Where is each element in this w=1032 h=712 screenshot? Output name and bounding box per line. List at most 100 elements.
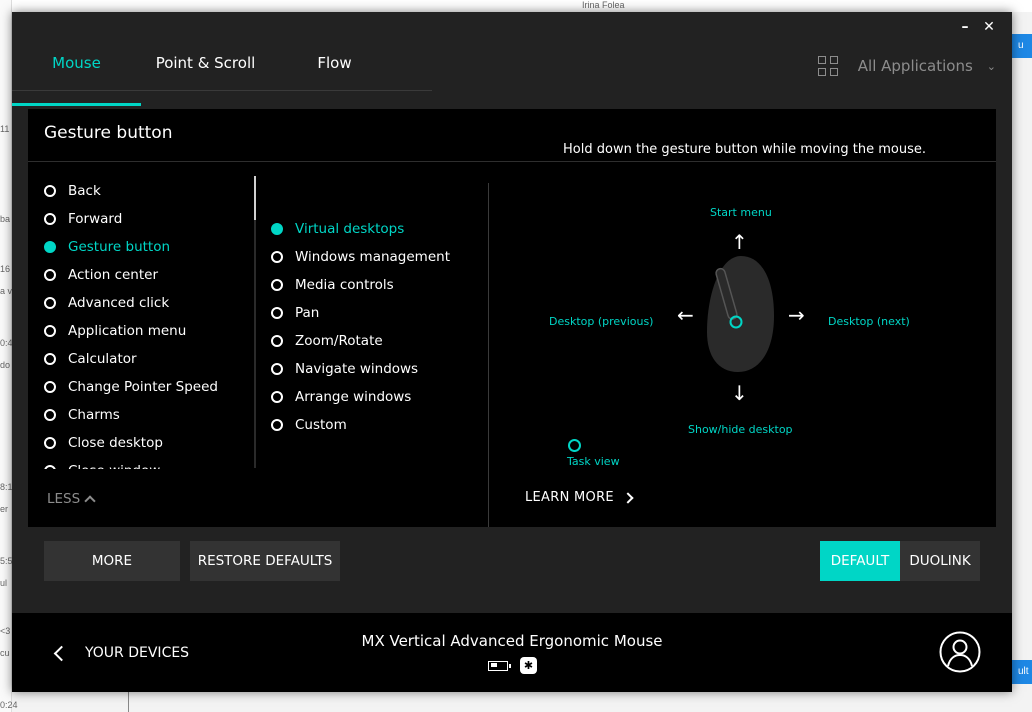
arrow-right-icon: → (788, 303, 805, 327)
arrow-up-icon: ↑ (731, 230, 748, 254)
radio-icon (44, 185, 56, 197)
learn-more-link[interactable]: LEARN MORE (525, 490, 634, 505)
background-text: ba (0, 214, 11, 224)
radio-icon (271, 363, 283, 375)
scrollbar-thumb[interactable] (254, 176, 256, 220)
background-text: ul (0, 578, 8, 588)
radio-icon (271, 307, 283, 319)
radio-icon (271, 251, 283, 263)
gesture-option-item[interactable]: Pan (271, 299, 481, 327)
close-button[interactable]: ✕ (978, 16, 1000, 38)
gesture-option-item[interactable]: Custom (271, 411, 481, 439)
chevron-up-icon (84, 495, 96, 507)
gesture-button-panel: Gesture button Hold down the gesture but… (28, 109, 996, 527)
background-text: 0:24 (0, 700, 18, 710)
application-selector[interactable]: All Applications ⌄ (817, 56, 996, 76)
device-footer: YOUR DEVICES MX Vertical Advanced Ergono… (12, 613, 1012, 692)
background-button: ult (1012, 660, 1032, 684)
gesture-up-label: Start menu (710, 206, 772, 219)
button-function-item[interactable]: Back (44, 177, 244, 205)
button-function-item[interactable]: Calculator (44, 345, 244, 373)
background-text: er (0, 504, 9, 514)
gesture-option-item[interactable]: Virtual desktops (271, 215, 481, 243)
account-avatar-icon[interactable] (939, 631, 981, 673)
radio-selected-icon (44, 241, 56, 253)
tab-point-scroll[interactable]: Point & Scroll (141, 48, 270, 92)
device-name: MX Vertical Advanced Ergonomic Mouse (361, 632, 663, 650)
button-function-item[interactable]: Close window (44, 457, 244, 469)
learn-more-label: LEARN MORE (525, 490, 614, 505)
button-function-item[interactable]: Action center (44, 261, 244, 289)
gesture-option-item[interactable]: Media controls (271, 271, 481, 299)
background-text: 16 (0, 264, 11, 274)
button-function-item-label: Gesture button (68, 239, 171, 255)
radio-icon (44, 269, 56, 281)
gesture-option-item-label: Zoom/Rotate (295, 333, 383, 349)
tab-mouse[interactable]: Mouse (12, 48, 141, 106)
radio-icon (44, 437, 56, 449)
gesture-left-label: Desktop (previous) (549, 315, 654, 328)
gesture-option-item-label: Navigate windows (295, 361, 419, 377)
background-text: 5:5 (0, 556, 13, 566)
gesture-option-item-label: Windows management (295, 249, 450, 265)
background-left-strip (0, 0, 12, 712)
button-function-item-label: Forward (68, 211, 123, 227)
more-button[interactable]: MORE (44, 541, 180, 581)
grid-icon (817, 56, 838, 76)
panel-hint: Hold down the gesture button while movin… (563, 142, 926, 157)
radio-selected-icon (271, 223, 283, 235)
less-button[interactable]: LESS (47, 491, 96, 507)
button-function-item-label: Calculator (68, 351, 137, 367)
logitech-options-window: – ✕ Mouse Point & Scroll Flow All Applic… (12, 12, 1012, 692)
background-text: do (0, 360, 11, 370)
button-function-item-label: Close desktop (68, 435, 163, 451)
radio-icon (44, 381, 56, 393)
default-toggle-button[interactable]: DEFAULT (820, 541, 900, 581)
gesture-option-item[interactable]: Zoom/Rotate (271, 327, 481, 355)
restore-defaults-button[interactable]: RESTORE DEFAULTS (190, 541, 340, 581)
panel-title: Gesture button (44, 123, 173, 143)
gesture-option-item[interactable]: Arrange windows (271, 383, 481, 411)
background-text: 0:4 (0, 338, 13, 348)
radio-icon (271, 335, 283, 347)
background-text: cu (0, 648, 10, 658)
chevron-down-icon: ⌄ (986, 59, 996, 73)
arrow-left-icon: ← (677, 303, 694, 327)
click-gesture-icon (568, 439, 581, 452)
button-function-item-label: Change Pointer Speed (68, 379, 218, 395)
minimize-button[interactable]: – (954, 16, 976, 38)
button-function-item[interactable]: Change Pointer Speed (44, 373, 244, 401)
background-text: a v (0, 286, 13, 296)
background-button: u un (1012, 34, 1032, 58)
background-text: 11 (0, 124, 10, 134)
list-scrollbar[interactable] (254, 176, 256, 468)
button-function-item-label: Application menu (68, 323, 187, 339)
radio-icon (44, 353, 56, 365)
gesture-down-label: Show/hide desktop (688, 423, 793, 436)
application-selector-label: All Applications (857, 57, 973, 75)
button-function-item[interactable]: Advanced click (44, 289, 244, 317)
button-function-item[interactable]: Forward (44, 205, 244, 233)
button-function-list: Back Forward Gesture button Action center Ad… (44, 177, 244, 469)
radio-icon (271, 419, 283, 431)
background-divider (128, 690, 129, 712)
radio-icon (44, 297, 56, 309)
gesture-option-item-label: Pan (295, 305, 320, 321)
duolink-toggle-button[interactable]: DUOLINK (900, 541, 980, 581)
button-function-item[interactable]: Application menu (44, 317, 244, 345)
device-status-icons: ✱ (488, 657, 537, 674)
button-function-item[interactable]: Charms (44, 401, 244, 429)
tab-flow[interactable]: Flow (270, 48, 399, 92)
radio-icon (271, 279, 283, 291)
button-function-item[interactable]: Close desktop (44, 429, 244, 457)
gesture-option-item-label: Custom (295, 417, 347, 433)
gesture-option-item[interactable]: Windows management (271, 243, 481, 271)
button-function-item-label: Back (68, 183, 101, 199)
gesture-option-list: Virtual desktops Windows management Media … (271, 215, 481, 445)
gesture-option-item-label: Arrange windows (295, 389, 412, 405)
gesture-option-item[interactable]: Navigate windows (271, 355, 481, 383)
gesture-option-item-label: Virtual desktops (295, 221, 405, 237)
background-text: 8:1 (0, 482, 13, 492)
button-function-item[interactable]: Gesture button (44, 233, 244, 261)
radio-icon (44, 213, 56, 225)
